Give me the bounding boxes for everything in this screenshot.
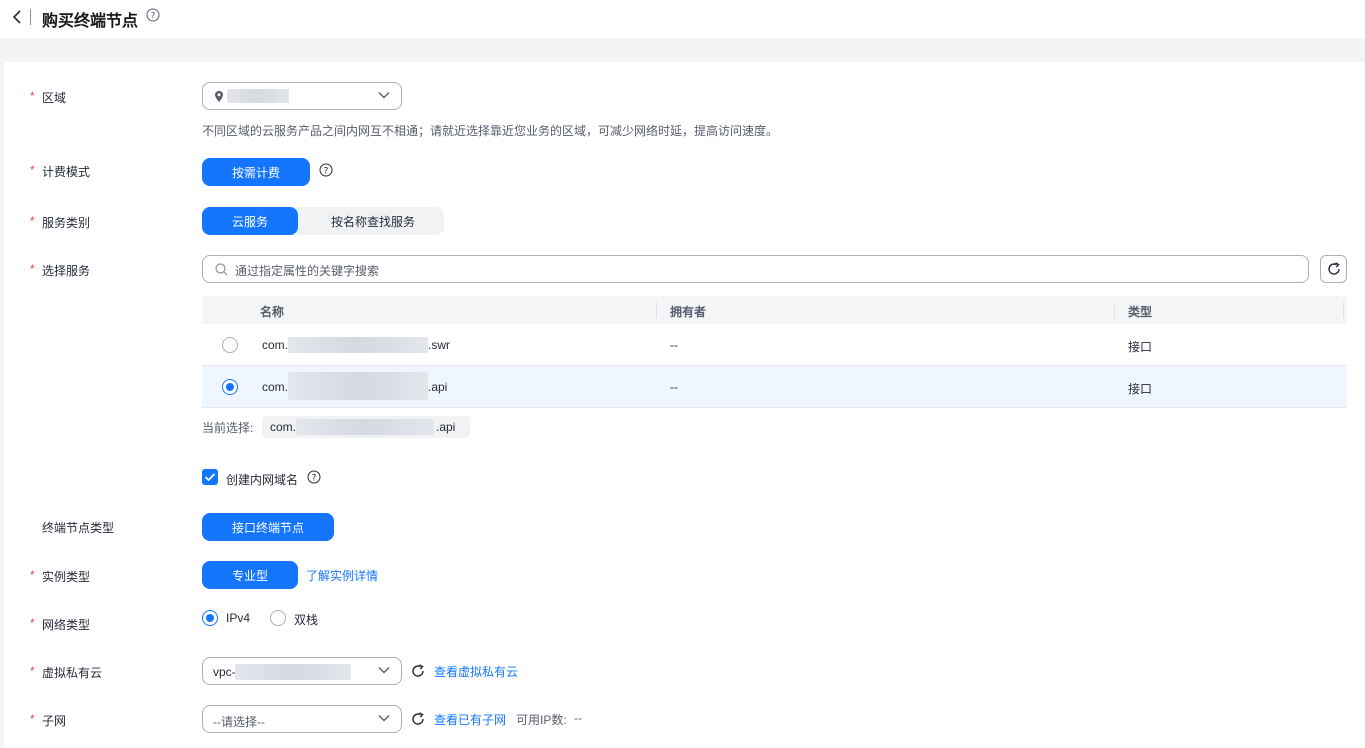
- column-divider: [656, 302, 657, 318]
- current-selection-prefix: com.: [270, 420, 297, 434]
- help-icon[interactable]: ?: [319, 163, 333, 177]
- create-private-dns-label: 创建内网域名: [226, 473, 299, 487]
- table-header: 名称 拥有者 类型: [202, 296, 1347, 324]
- current-selection-label: 当前选择:: [202, 421, 254, 435]
- view-vpc-link[interactable]: 查看虚拟私有云: [434, 663, 518, 680]
- required-mark: *: [30, 262, 35, 276]
- service-name-redacted: [288, 337, 428, 353]
- table-row[interactable]: com. .api -- 接口: [202, 366, 1347, 408]
- table-row[interactable]: com. .swr -- 接口: [202, 324, 1347, 366]
- chevron-down-icon: [378, 667, 390, 674]
- dual-stack-label: 双栈: [294, 613, 319, 627]
- available-ip-label: 可用IP数:: [516, 713, 567, 727]
- region-hint: 不同区域的云服务产品之间内网互不相通；请就近选择靠近您业务的区域，可减少网络时延…: [202, 124, 779, 138]
- region-label: 区域: [42, 91, 67, 105]
- column-header-owner: 拥有者: [670, 305, 707, 319]
- column-header-name: 名称: [260, 305, 285, 319]
- service-owner: --: [670, 338, 678, 352]
- tab-find-by-name[interactable]: 按名称查找服务: [302, 207, 444, 235]
- required-mark: *: [30, 568, 35, 582]
- network-type-label: 网络类型: [42, 618, 91, 632]
- column-divider: [1114, 302, 1115, 318]
- search-placeholder: 通过指定属性的关键字搜索: [235, 264, 380, 278]
- checkmark-icon: [204, 473, 216, 482]
- ipv4-label: IPv4: [226, 611, 251, 625]
- top-bar: 购买终端节点 ?: [0, 0, 1365, 38]
- service-name-prefix: com.: [262, 380, 289, 394]
- billing-label: 计费模式: [42, 165, 91, 179]
- vpc-select[interactable]: vpc-: [202, 657, 402, 685]
- refresh-icon: [1328, 262, 1340, 275]
- refresh-icon[interactable]: [411, 712, 425, 726]
- instance-details-link[interactable]: 了解实例详情: [306, 567, 378, 584]
- vpc-value-redacted: [235, 664, 351, 680]
- interface-endpoint-button[interactable]: 接口终端节点: [202, 513, 334, 541]
- service-type: 接口: [1128, 382, 1153, 396]
- service-category-label: 服务类别: [42, 216, 91, 230]
- service-name-suffix: .swr: [428, 338, 450, 352]
- current-selection-suffix: .api: [436, 420, 456, 434]
- create-private-dns-checkbox[interactable]: [202, 469, 218, 485]
- subnet-label: 子网: [42, 714, 67, 728]
- vpc-value-prefix: vpc-: [213, 665, 236, 679]
- back-arrow-icon[interactable]: [10, 9, 24, 25]
- help-icon[interactable]: ?: [307, 470, 321, 484]
- search-icon: [215, 263, 228, 276]
- region-value-redacted: [227, 89, 289, 103]
- view-subnets-link[interactable]: 查看已有子网: [434, 711, 506, 728]
- service-name-suffix: .api: [428, 380, 448, 394]
- subnet-placeholder: --请选择--: [213, 715, 265, 729]
- refresh-button[interactable]: [1320, 255, 1347, 283]
- refresh-icon[interactable]: [411, 664, 425, 678]
- service-name-prefix: com.: [262, 338, 289, 352]
- divider: [30, 9, 31, 25]
- ipv4-radio[interactable]: [202, 610, 218, 626]
- column-divider: [1343, 302, 1344, 318]
- required-mark: *: [30, 616, 35, 630]
- row-radio[interactable]: [222, 337, 238, 353]
- required-mark: *: [30, 163, 35, 177]
- page-title: 购买终端节点: [42, 13, 139, 30]
- professional-instance-button[interactable]: 专业型: [202, 561, 298, 589]
- help-icon[interactable]: ?: [146, 8, 160, 22]
- service-name-redacted: [288, 372, 428, 400]
- location-pin-icon: [215, 91, 223, 102]
- vpc-label: 虚拟私有云: [42, 666, 103, 680]
- current-selection-redacted: [296, 419, 434, 435]
- svg-text:?: ?: [312, 474, 317, 484]
- required-mark: *: [30, 214, 35, 228]
- billing-on-demand-button[interactable]: 按需计费: [202, 158, 310, 186]
- svg-text:?: ?: [324, 167, 329, 177]
- available-ip-value: --: [574, 711, 582, 725]
- chevron-down-icon: [378, 92, 390, 99]
- service-owner: --: [670, 380, 678, 394]
- instance-type-label: 实例类型: [42, 570, 91, 584]
- column-header-type: 类型: [1128, 305, 1153, 319]
- current-selection-chip: com. .api: [262, 416, 470, 438]
- service-type: 接口: [1128, 340, 1153, 354]
- required-mark: *: [30, 712, 35, 726]
- required-mark: *: [30, 89, 35, 103]
- dual-stack-radio[interactable]: [270, 610, 286, 626]
- region-select[interactable]: [202, 82, 402, 110]
- chevron-down-icon: [378, 715, 390, 722]
- select-service-label: 选择服务: [42, 264, 91, 278]
- service-search-input[interactable]: 通过指定属性的关键字搜索: [202, 255, 1309, 283]
- svg-text:?: ?: [151, 12, 156, 22]
- tab-cloud-service[interactable]: 云服务: [202, 207, 298, 235]
- row-radio[interactable]: [222, 379, 238, 395]
- endpoint-type-label: 终端节点类型: [42, 521, 115, 535]
- required-mark: *: [30, 664, 35, 678]
- subnet-select[interactable]: --请选择--: [202, 705, 402, 733]
- service-category-segmented: 云服务 按名称查找服务: [202, 207, 444, 235]
